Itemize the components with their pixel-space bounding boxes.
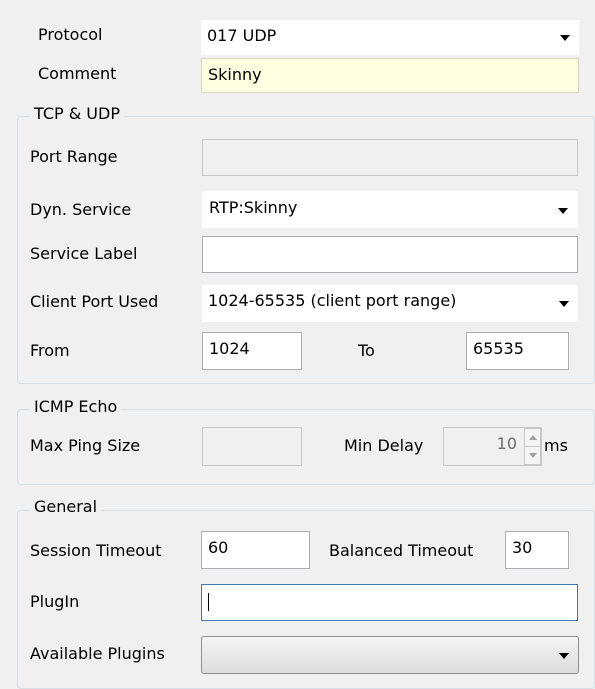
comment-label: Comment bbox=[38, 64, 117, 83]
protocol-select[interactable]: 017 UDP bbox=[201, 20, 579, 55]
balanced-timeout-label: Balanced Timeout bbox=[329, 541, 474, 560]
general-group-title: General bbox=[30, 497, 102, 517]
chevron-down-icon[interactable] bbox=[558, 208, 568, 214]
to-value: 65535 bbox=[473, 339, 524, 358]
protocol-value: 017 UDP bbox=[207, 26, 277, 45]
tcp-udp-group-title: TCP & UDP bbox=[30, 104, 124, 124]
session-timeout-label: Session Timeout bbox=[30, 541, 162, 560]
chevron-down-icon[interactable] bbox=[559, 653, 569, 659]
plugin-field[interactable] bbox=[201, 584, 578, 621]
session-timeout-field[interactable]: 60 bbox=[201, 531, 310, 569]
min-delay-label: Min Delay bbox=[344, 436, 424, 455]
port-range-label: Port Range bbox=[30, 147, 118, 166]
dyn-service-label: Dyn. Service bbox=[30, 200, 132, 219]
to-label: To bbox=[358, 341, 375, 360]
comment-field[interactable]: Skinny bbox=[201, 58, 579, 93]
available-plugins-label: Available Plugins bbox=[30, 644, 165, 663]
service-label-label: Service Label bbox=[30, 244, 138, 263]
chevron-down-icon[interactable] bbox=[559, 301, 569, 307]
chevron-down-icon[interactable] bbox=[560, 35, 570, 41]
to-field[interactable]: 65535 bbox=[466, 332, 569, 370]
client-port-used-select[interactable]: 1024-65535 (client port range) bbox=[202, 285, 578, 322]
min-delay-unit: ms bbox=[544, 436, 568, 455]
icmp-echo-group-title: ICMP Echo bbox=[30, 397, 122, 417]
balanced-timeout-field[interactable]: 30 bbox=[505, 531, 569, 569]
balanced-timeout-value: 30 bbox=[512, 538, 533, 557]
from-field[interactable]: 1024 bbox=[202, 332, 302, 370]
spin-down-icon[interactable] bbox=[524, 446, 541, 465]
available-plugins-select[interactable] bbox=[201, 636, 579, 674]
plugin-label: PlugIn bbox=[30, 592, 80, 611]
max-ping-size-label: Max Ping Size bbox=[30, 436, 141, 455]
service-label-field[interactable] bbox=[202, 236, 578, 273]
client-port-used-label: Client Port Used bbox=[30, 292, 159, 311]
text-caret bbox=[208, 593, 209, 611]
client-port-used-value: 1024-65535 (client port range) bbox=[208, 291, 457, 310]
from-label: From bbox=[30, 341, 70, 360]
dyn-service-select[interactable]: RTP:Skinny bbox=[202, 191, 578, 228]
from-value: 1024 bbox=[209, 339, 250, 358]
session-timeout-value: 60 bbox=[208, 538, 229, 557]
comment-value: Skinny bbox=[208, 65, 262, 84]
protocol-label: Protocol bbox=[38, 25, 103, 44]
dyn-service-value: RTP:Skinny bbox=[209, 198, 298, 217]
spin-up-icon[interactable] bbox=[524, 428, 541, 447]
max-ping-size-field bbox=[202, 427, 302, 466]
min-delay-value: 10 bbox=[496, 434, 517, 453]
port-range-field bbox=[202, 139, 578, 176]
